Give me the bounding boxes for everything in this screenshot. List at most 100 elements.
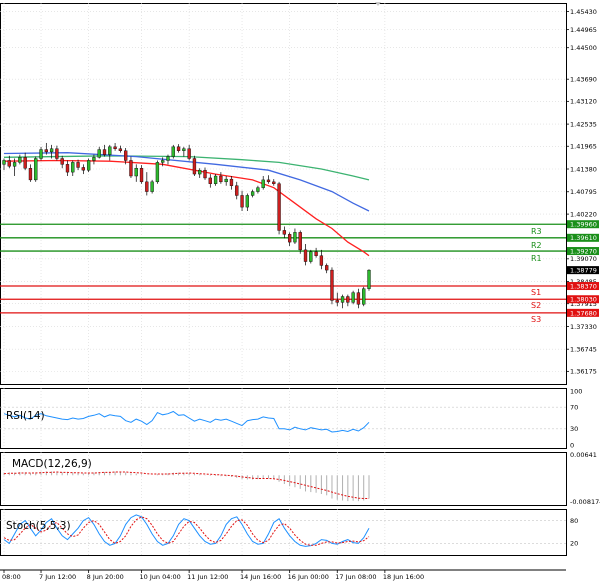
candle-body-down	[314, 251, 318, 256]
candle-body-up	[309, 251, 313, 262]
candle-body-up	[171, 146, 175, 157]
candle	[330, 267, 334, 305]
candle-body-up	[224, 178, 228, 183]
candle-body-down	[219, 175, 223, 183]
candle-body-down	[192, 158, 197, 175]
candle-body-down	[118, 148, 123, 151]
panel-frame-rsi	[0, 388, 567, 449]
price-tick-label: 1.44965	[570, 26, 597, 34]
candle-body-down	[325, 265, 329, 271]
panel-frames	[0, 3, 567, 571]
price-tick-label: 1.43690	[570, 76, 597, 84]
candle-body-down	[298, 232, 302, 251]
macd-tick-label: -0.008174	[570, 498, 600, 506]
price-tick-label: 1.36175	[570, 368, 597, 376]
price-tick-label: 1.43120	[570, 98, 597, 106]
level-name-r1: R1	[531, 254, 542, 263]
price-tick-label: 1.36745	[570, 346, 597, 354]
level-name-s2: S2	[531, 301, 541, 310]
level-tag-label: 1.39270	[570, 247, 597, 255]
candle-body-down	[145, 181, 149, 192]
level-tag-label: 1.39960	[570, 221, 597, 229]
time-tick-label: 11 Jun 12:00	[187, 573, 228, 581]
candle-body-down	[102, 149, 107, 155]
time-tick-label: 8 Jun 20:00	[87, 573, 124, 581]
price-tick-label: 1.42535	[570, 120, 597, 128]
candle-body-down	[319, 255, 324, 266]
candle-body-up	[362, 288, 366, 305]
price-tick-label: 1.45430	[570, 8, 597, 16]
level-tags: 1.39960 1.39610 1.39270 1.38370 1.38030 1.376…	[567, 220, 599, 317]
candle-body-up	[256, 187, 260, 192]
time-tick-label: 08:00	[2, 573, 21, 581]
price-tick-label: 1.44500	[570, 44, 597, 52]
candle-body-down	[282, 230, 287, 235]
candle-body-down	[203, 169, 207, 179]
price-tick-label: 1.41380	[570, 165, 597, 173]
candle-body-up	[108, 146, 112, 155]
candle-body-up	[340, 296, 345, 303]
level-name-s1: S1	[531, 288, 541, 297]
candle-body-up	[166, 156, 170, 161]
candle-body-down	[55, 148, 59, 159]
candle-body-up	[250, 191, 255, 196]
rsi-tick-label: 0	[570, 441, 574, 449]
trading-chart: R3 R2 R1 S1 S2 S3 1.45430 1.44965 1.44500 1.4369…	[0, 2, 600, 581]
level-name-r3: R3	[531, 227, 542, 236]
rsi-tick-label: 70	[570, 404, 578, 412]
candle-body-up	[86, 160, 91, 171]
panel-frame-stoch	[0, 509, 567, 556]
price-tick-label: 1.39070	[570, 255, 597, 263]
price-tick-label: 1.41965	[570, 143, 597, 151]
candle-body-down	[335, 300, 339, 303]
candle-body-down	[129, 160, 133, 177]
candle-body-up	[213, 175, 218, 184]
candle-body-down	[60, 158, 64, 165]
candle-body-down	[346, 296, 350, 303]
candle-body-up	[134, 168, 138, 177]
candle-body-down	[7, 160, 11, 167]
time-tick-label: 17 Jun 08:00	[335, 573, 376, 581]
candle-body-up	[2, 160, 6, 165]
candle	[351, 290, 355, 305]
candle-body-down	[266, 179, 271, 183]
candle	[86, 158, 91, 173]
candle-body-down	[65, 164, 70, 173]
time-tick-label: 18 Jun 16:00	[383, 573, 424, 581]
candle	[192, 155, 197, 177]
candle-body-up	[150, 181, 154, 192]
candle-body-down	[272, 181, 276, 184]
candle-body-down	[28, 168, 33, 181]
time-tick-label: 7 Jun 12:00	[39, 573, 76, 581]
rsi-tick-label: 30	[570, 425, 578, 433]
candle-body-up	[198, 169, 202, 175]
candle-body-down	[208, 177, 212, 184]
time-tick-label: 14 Jun 16:00	[240, 573, 281, 581]
price-axis: 1.45430 1.44965 1.44500 1.43690 1.43120 1.425…	[566, 8, 597, 376]
candle-body-up	[245, 195, 249, 208]
macd-tick-label: 0.00641	[570, 451, 597, 459]
rsi-label: RSI(14)	[6, 410, 45, 422]
time-tick-label: 10 Jun 04:00	[140, 573, 181, 581]
stoch-tick-label: 20	[570, 540, 578, 548]
panel-frame-main	[0, 3, 567, 385]
macd-label: MACD(12,26,9)	[12, 458, 92, 470]
candle-body-up	[367, 269, 371, 289]
price-tick-label: 1.40220	[570, 210, 597, 218]
time-axis: 08:00 7 Jun 12:00 8 Jun 20:00 10 Jun 04:00 1…	[2, 570, 424, 581]
candle-body-up	[34, 158, 38, 181]
price-tick-label: 1.37330	[570, 323, 597, 331]
candle-body-down	[287, 234, 292, 243]
candle	[277, 181, 281, 235]
candle-body-up	[182, 148, 186, 151]
price-tick-label: 1.40795	[570, 188, 597, 196]
candle-body-down	[124, 150, 128, 161]
candle-body-down	[277, 183, 281, 231]
candle-body-down	[44, 149, 48, 153]
stoch-tick-label: 80	[570, 517, 578, 525]
candle	[155, 160, 160, 184]
candle-body-down	[229, 178, 234, 186]
candle-body-up	[97, 149, 101, 158]
candle-body-down	[113, 146, 117, 149]
candle-body-up	[12, 162, 17, 167]
